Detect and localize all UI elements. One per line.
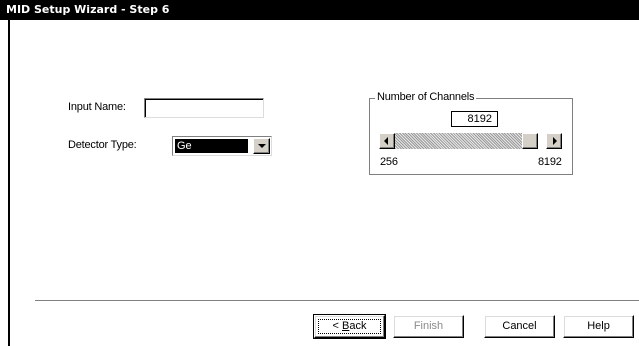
channels-slider[interactable] bbox=[379, 133, 562, 149]
detector-type-label: Detector Type: bbox=[68, 139, 137, 151]
button-divider bbox=[35, 300, 639, 302]
wizard-window: MID Setup Wizard - Step 6 Input Name: De… bbox=[0, 0, 639, 346]
chevron-down-icon bbox=[257, 144, 266, 148]
detector-type-value: Ge bbox=[175, 139, 248, 153]
title-bar[interactable]: MID Setup Wizard - Step 6 bbox=[0, 0, 639, 20]
window-left-edge bbox=[8, 20, 10, 346]
cancel-button-label: Cancel bbox=[502, 320, 537, 332]
input-name-field[interactable] bbox=[144, 98, 264, 118]
channels-slider-track[interactable] bbox=[395, 133, 538, 149]
channels-group-label: Number of Channels bbox=[375, 91, 477, 104]
help-button-label: Help bbox=[587, 320, 610, 332]
arrow-left-icon bbox=[384, 137, 388, 145]
window-title: MID Setup Wizard - Step 6 bbox=[6, 3, 170, 16]
help-button[interactable]: Help bbox=[563, 315, 634, 338]
channels-min-label: 256 bbox=[380, 156, 398, 168]
back-prefix: < bbox=[332, 320, 342, 332]
detector-type-dropdown-button[interactable] bbox=[253, 138, 270, 154]
channels-slider-thumb[interactable] bbox=[522, 133, 538, 149]
detector-type-select[interactable]: Ge bbox=[172, 136, 272, 156]
back-rest: ack bbox=[349, 320, 367, 332]
finish-button-label: Finish bbox=[413, 320, 444, 332]
input-name-label: Input Name: bbox=[68, 101, 126, 113]
finish-button[interactable]: Finish bbox=[393, 315, 464, 338]
cancel-button[interactable]: Cancel bbox=[484, 315, 555, 338]
back-button[interactable]: < Back bbox=[313, 314, 386, 339]
scroll-right-button[interactable] bbox=[546, 133, 562, 149]
channels-max-label: 8192 bbox=[538, 156, 562, 168]
arrow-right-icon bbox=[553, 137, 557, 145]
channels-value-display: 8192 bbox=[451, 111, 498, 127]
back-button-label: < Back bbox=[333, 320, 367, 332]
scroll-left-button[interactable] bbox=[379, 133, 395, 149]
